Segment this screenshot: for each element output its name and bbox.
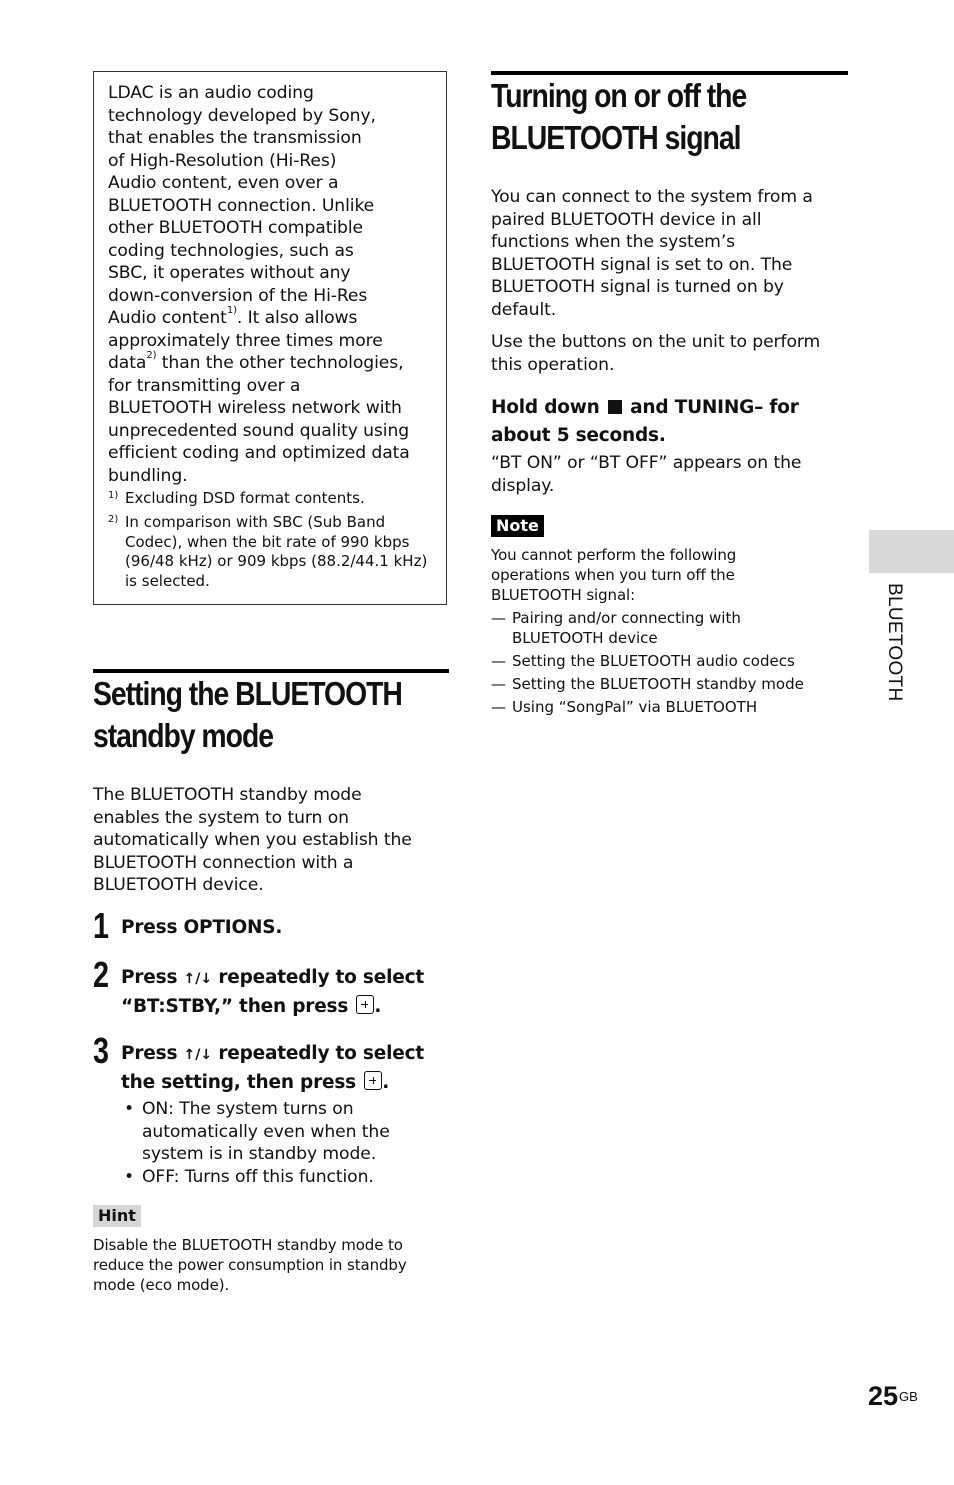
- signal-section-title: Turning on or off the BLUETOOTH signal: [491, 75, 848, 159]
- ldac-info-box: LDAC is an audio coding technology devel…: [93, 71, 447, 605]
- hint-label: Hint: [93, 1205, 141, 1227]
- ldac-line: that enables the transmission: [108, 128, 362, 148]
- ldac-text: Audio content: [108, 308, 227, 328]
- step-text-part: .: [382, 1072, 390, 1093]
- footnote-2: 2) In comparison with SBC (Sub Band Code…: [108, 513, 434, 592]
- up-down-arrows-icon: ↑/↓: [183, 1047, 213, 1063]
- footnote-ref-1: 1): [226, 305, 237, 316]
- note-label: Note: [491, 515, 544, 537]
- ldac-line: data2) than the other technologies,: [108, 350, 434, 375]
- footnote-text: Excluding DSD format contents.: [125, 489, 365, 507]
- ldac-line: approximately three times more: [108, 330, 383, 351]
- signal-intro: You can connect to the system from a pai…: [491, 187, 813, 320]
- page-number: 25GB: [868, 1380, 918, 1412]
- step-text-part: Press: [121, 1043, 184, 1064]
- step-number: 1: [93, 905, 110, 946]
- ldac-line: SBC, it operates without any: [108, 263, 351, 283]
- section-title-line: Turning on or off the: [491, 77, 747, 114]
- note-item: Pairing and/or connecting with BLUETOOTH…: [491, 608, 792, 648]
- option-off: OFF: Turns off this function.: [122, 1166, 422, 1189]
- footnote-mark: 1): [108, 490, 119, 501]
- ldac-description: LDAC is an audio coding technology devel…: [108, 82, 434, 487]
- chapter-label-text: BLUETOOTH: [884, 583, 905, 702]
- chapter-label: BLUETOOTH: [883, 583, 913, 713]
- section-title-line: Setting the BLUETOOTH: [93, 675, 403, 712]
- ldac-line: BLUETOOTH connection. Unlike: [108, 195, 375, 216]
- enter-button-icon: [364, 1071, 383, 1090]
- option-on: ON: The system turns on automatically ev…: [122, 1098, 422, 1166]
- ldac-line: Audio content, even over a: [108, 173, 339, 193]
- ldac-line: BLUETOOTH wireless network with: [108, 398, 402, 418]
- ldac-text: . It also allows: [236, 308, 358, 328]
- footnote-1: 1) Excluding DSD format contents.: [108, 489, 434, 509]
- signal-intro-2: Use the buttons on the unit to perform t…: [491, 332, 821, 375]
- page-number-value: 25: [868, 1381, 899, 1411]
- standby-intro: The BLUETOOTH standby mode enables the s…: [93, 785, 412, 895]
- step-text: Press ↑/↓ repeatedly to select “BT:STBY,…: [121, 964, 461, 1020]
- standby-options-list: ON: The system turns on automatically ev…: [122, 1098, 422, 1188]
- note-item: Setting the BLUETOOTH standby mode: [491, 674, 836, 694]
- section-title-line: BLUETOOTH signal: [491, 119, 741, 156]
- ldac-line: of High-Resolution (Hi-Res): [108, 150, 337, 171]
- footnote-ref-2: 2): [146, 350, 157, 361]
- step-text: Press ↑/↓ repeatedly to select the setti…: [121, 1040, 461, 1096]
- page-number-suffix: GB: [899, 1389, 918, 1404]
- note-item: Using “SongPal” via BLUETOOTH: [491, 697, 836, 717]
- ldac-line: other BLUETOOTH compatible: [108, 218, 363, 238]
- ldac-line: for transmitting over a: [108, 375, 301, 396]
- enter-button-icon: [356, 995, 375, 1014]
- ldac-line: unprecedented sound quality using: [108, 420, 410, 441]
- note-badge: Note: [491, 515, 544, 537]
- footnote-text: In comparison with SBC (Sub Band Codec),…: [125, 512, 428, 591]
- standby-section-title: Setting the BLUETOOTH standby mode: [93, 673, 449, 757]
- hint-badge: Hint: [93, 1205, 141, 1227]
- step-number: 3: [93, 1030, 110, 1071]
- ldac-line: Audio content1). It also allows: [108, 305, 434, 330]
- step-text-part: .: [374, 996, 382, 1017]
- note-text: You cannot perform the following operati…: [491, 546, 737, 604]
- ldac-text: than the other technologies,: [156, 353, 404, 373]
- signal-instruction: Hold down and TUNING– for about 5 second…: [491, 394, 836, 450]
- chapter-tab: [869, 530, 954, 573]
- ldac-line: efficient coding and optimized data: [108, 443, 410, 463]
- up-down-arrows-icon: ↑/↓: [183, 971, 213, 987]
- hint-text: Disable the BLUETOOTH standby mode to re…: [93, 1236, 407, 1294]
- section-title-line: standby mode: [93, 717, 274, 754]
- note-list: Pairing and/or connecting with BLUETOOTH…: [491, 608, 836, 717]
- step-number: 2: [93, 954, 110, 995]
- ldac-line: technology developed by Sony,: [108, 105, 376, 126]
- step-text-part: Press: [121, 967, 184, 988]
- signal-result: “BT ON” or “BT OFF” appears on the displ…: [491, 453, 802, 496]
- instruction-text: Hold down: [491, 397, 606, 418]
- step-text: Press OPTIONS.: [121, 917, 283, 938]
- ldac-line: coding technologies, such as: [108, 240, 354, 261]
- ldac-line: bundling.: [108, 465, 188, 486]
- footnote-mark: 2): [108, 513, 119, 525]
- ldac-line: LDAC is an audio coding: [108, 83, 314, 103]
- stop-button-icon: [607, 400, 622, 414]
- ldac-text: data: [108, 353, 147, 373]
- note-item: Setting the BLUETOOTH audio codecs: [491, 651, 836, 671]
- ldac-line: down-conversion of the Hi-Res: [108, 285, 368, 306]
